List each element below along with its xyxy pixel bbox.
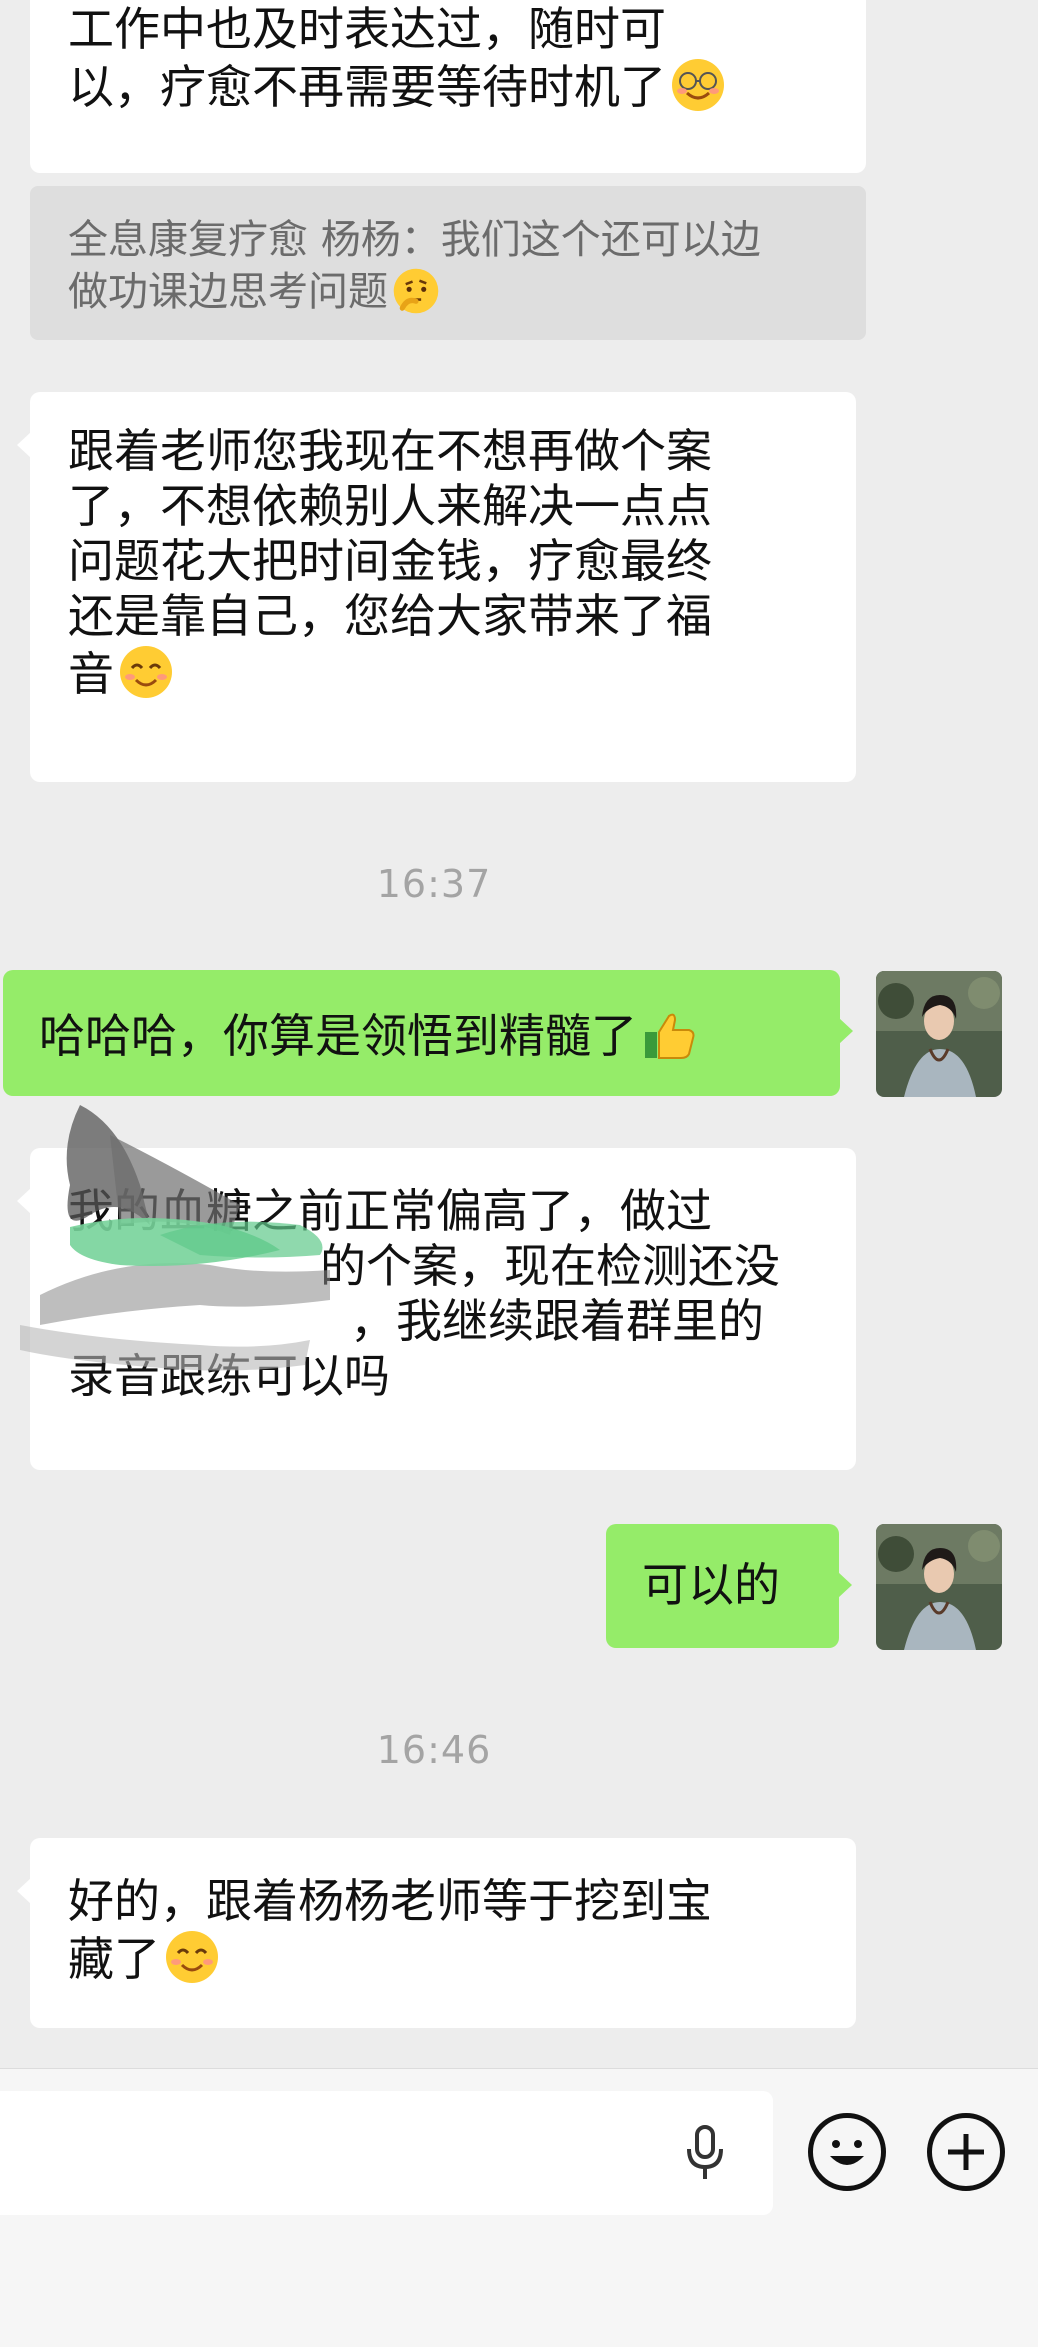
message-line: 藏了 (68, 1929, 818, 1987)
message-line: 问题花大把时间金钱，疗愈最终 (68, 534, 712, 588)
microphone-icon[interactable] (683, 2123, 727, 2183)
message-bubble-incoming[interactable]: 好的，跟着杨杨老师等于挖到宝 藏了 (17, 1838, 856, 2028)
message-line: 的个案，现在检测还没 (320, 1239, 780, 1293)
message-line: 还是靠自己，您给大家带来了福 (68, 589, 712, 643)
emoji-face-glyph (830, 2140, 864, 2165)
quote-line: 全息康复疗愈 杨杨：我们这个还可以边 (68, 217, 761, 263)
message-line: 可以的 (642, 1558, 780, 1612)
thumbs-up-emoji (645, 1013, 695, 1059)
smiling-face-emoji (166, 1931, 218, 1983)
emoji-icon[interactable] (808, 2113, 886, 2191)
message-line: 哈哈哈，你算是领悟到精髓了 (39, 1006, 804, 1064)
avatar[interactable] (876, 1524, 1002, 1650)
avatar-photo (876, 971, 1002, 1097)
chat-input-bar (0, 2068, 1038, 2347)
quote-line: 做功课边思考问题 (68, 266, 828, 318)
smiling-face-emoji (120, 646, 172, 698)
timestamp: 16:46 (376, 1728, 492, 1772)
smiling-face-with-glasses-emoji (672, 59, 724, 111)
thinking-face-emoji (393, 268, 439, 314)
message-bubble-incoming[interactable]: 跟着老师您我现在不想再做个案 了，不想依赖别人来解决一点点 问题花大把时间金钱，… (17, 392, 856, 782)
avatar-photo (876, 1524, 1002, 1650)
message-bubble-incoming[interactable]: 我的血糖之前正常偏高了，做过 的个案，现在检测还没 ，我继续跟着群里的 录音跟练… (17, 1148, 856, 1470)
message-bubble-outgoing[interactable]: 可以的 (606, 1524, 852, 1648)
message-line: 音 (68, 644, 818, 702)
message-bubble-outgoing[interactable]: 哈哈哈，你算是领悟到精髓了 (3, 970, 853, 1096)
quoted-message[interactable]: 全息康复疗愈 杨杨：我们这个还可以边 做功课边思考问题 (30, 186, 866, 340)
timestamp: 16:37 (376, 862, 492, 906)
message-line: 以，疗愈不再需要等待时机了 (68, 57, 828, 115)
message-bubble-incoming[interactable]: 工作中也及时表达过，随时可 以，疗愈不再需要等待时机了 (30, 0, 866, 173)
message-line: 跟着老师您我现在不想再做个案 (68, 424, 712, 478)
message-input[interactable] (0, 2091, 773, 2215)
message-line: 工作中也及时表达过，随时可 (68, 2, 666, 56)
message-line: 了，不想依赖别人来解决一点点 (68, 479, 712, 533)
plus-glyph (948, 2134, 984, 2170)
plus-icon[interactable] (927, 2113, 1005, 2191)
message-line: 我的血糖之前正常偏高了，做过 (68, 1184, 712, 1238)
message-line: 好的，跟着杨杨老师等于挖到宝 (68, 1874, 712, 1928)
message-line: 录音跟练可以吗 (68, 1349, 390, 1403)
message-line: ，我继续跟着群里的 (350, 1294, 764, 1348)
avatar[interactable] (876, 971, 1002, 1097)
